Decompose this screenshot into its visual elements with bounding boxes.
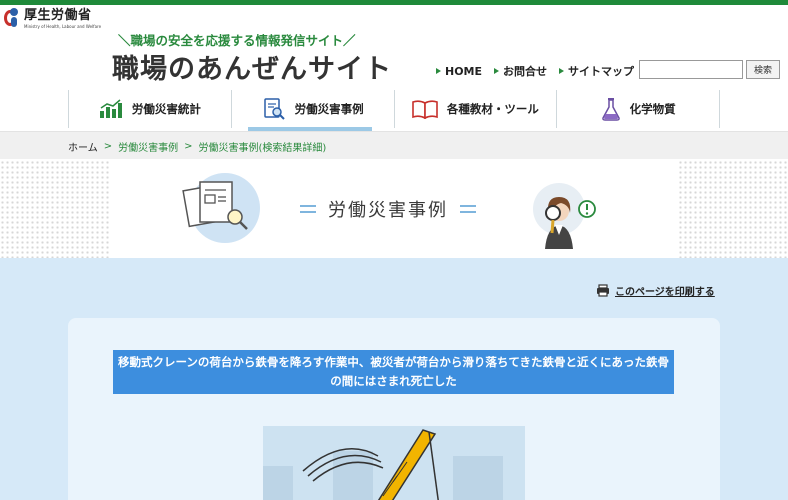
- dot-pattern-left: [0, 160, 110, 258]
- nav-label: 各種教材・ツール: [446, 102, 539, 116]
- search-button[interactable]: 検索: [746, 60, 780, 79]
- double-line-decoration: [460, 205, 476, 213]
- nav-item-statistics[interactable]: 労働災害統計: [68, 90, 231, 128]
- main-nav: 労働災害統計 労働災害事例 各種教材・ツール 化学物質: [68, 90, 720, 131]
- breadcrumb-accident-cases[interactable]: 労働災害事例: [118, 139, 178, 154]
- breadcrumb-separator: >: [184, 141, 193, 152]
- header-links: HOME お問合せ サイトマップ: [436, 63, 634, 79]
- nav-item-materials-tools[interactable]: 各種教材・ツール: [393, 90, 557, 128]
- arrow-right-icon: [436, 68, 441, 74]
- case-title: 移動式クレーンの荷台から鉄骨を降ろす作業中、被災者が荷台から滑り落ちてきた鉄骨と…: [113, 350, 674, 394]
- inspector-illustration-icon: [533, 183, 596, 249]
- print-page-link[interactable]: このページを印刷する: [596, 283, 715, 298]
- book-icon: [412, 100, 438, 119]
- hero-title-wrap: 労働災害事例: [300, 196, 476, 222]
- breadcrumb-separator: >: [103, 141, 113, 152]
- search-input[interactable]: [639, 60, 743, 79]
- nav-item-accident-cases[interactable]: 労働災害事例: [230, 90, 394, 131]
- crane-illustration: [263, 426, 525, 500]
- printer-icon: [597, 284, 609, 297]
- nav-label: 労働災害事例: [294, 102, 364, 116]
- contact-link[interactable]: お問合せ: [494, 63, 547, 79]
- nav-label: 化学物質: [629, 102, 676, 116]
- breadcrumb-home[interactable]: ホーム: [68, 139, 98, 154]
- documents-magnifier-icon: [182, 181, 248, 230]
- site-title[interactable]: 職場のあんぜんサイト: [112, 47, 392, 86]
- ministry-name-en: Ministry of Health, Labour and Welfare: [24, 24, 102, 29]
- crane-icon: [263, 429, 503, 500]
- ministry-emblem-icon: [4, 8, 22, 28]
- bar-chart-icon: [99, 99, 122, 118]
- home-link[interactable]: HOME: [436, 63, 482, 79]
- double-line-decoration: [300, 205, 316, 213]
- print-label: このページを印刷する: [615, 287, 715, 298]
- arrow-right-icon: [559, 68, 565, 74]
- top-accent-bar: [0, 0, 788, 5]
- document-search-icon: [263, 98, 285, 120]
- nav-item-chemicals[interactable]: 化学物質: [556, 90, 720, 128]
- ministry-logo[interactable]: 厚生労働省 Ministry of Health, Labour and Wel…: [4, 8, 101, 29]
- breadcrumb: ホーム > 労働災害事例 > 労働災害事例(検索結果詳細): [68, 139, 326, 154]
- nav-label: 労働災害統計: [131, 102, 201, 116]
- hero-title: 労働災害事例: [328, 200, 448, 221]
- sitemap-link[interactable]: サイトマップ: [559, 63, 634, 79]
- ministry-name: 厚生労働省: [24, 8, 92, 23]
- arrow-right-icon: [494, 68, 500, 74]
- flask-icon: [601, 98, 620, 121]
- breadcrumb-current: 労働災害事例(検索結果詳細): [198, 143, 327, 154]
- dot-pattern-right: [678, 160, 788, 258]
